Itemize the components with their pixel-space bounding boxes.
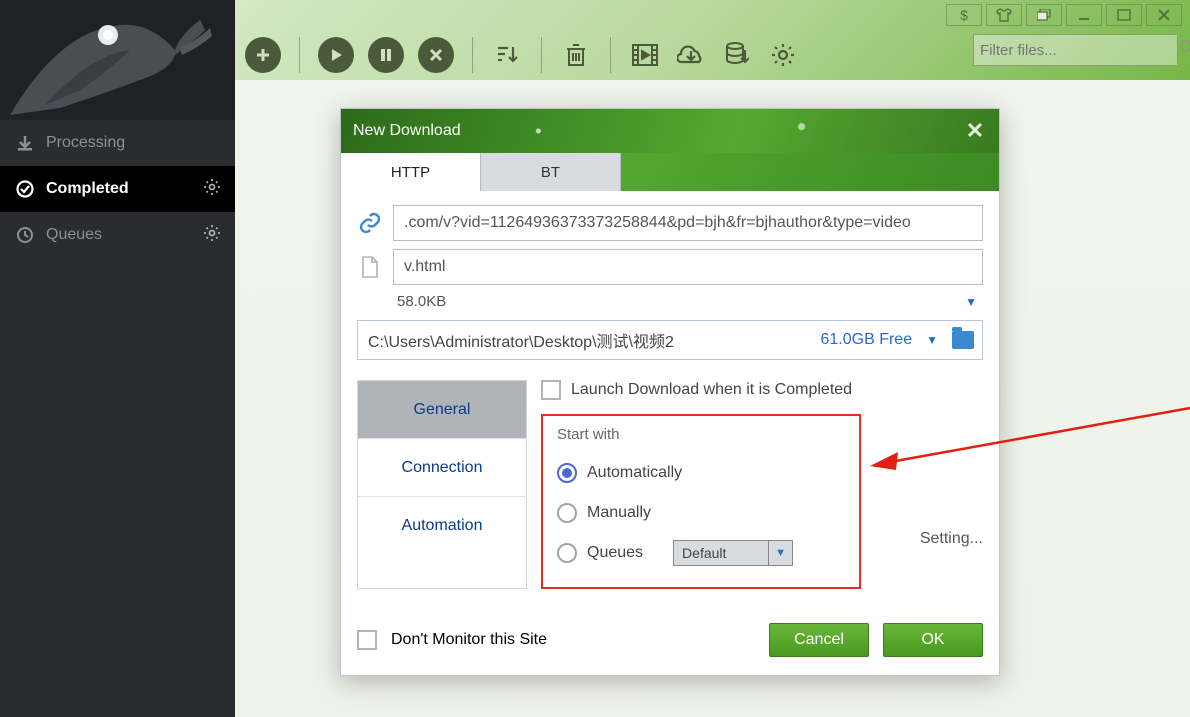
tab-http[interactable]: HTTP [341, 153, 481, 191]
radio-label-manual: Manually [587, 504, 651, 522]
radio-queues[interactable] [557, 543, 577, 563]
window-controls: $ [946, 4, 1182, 26]
currency-icon[interactable]: $ [946, 4, 982, 26]
toolbar [245, 30, 980, 80]
radio-manually[interactable] [557, 503, 577, 523]
chevron-down-icon: ▼ [768, 541, 792, 565]
sidebar-item-completed[interactable]: Completed [0, 166, 235, 212]
size-dropdown-icon[interactable]: ▼ [965, 295, 983, 309]
launch-when-complete-checkbox[interactable] [541, 380, 561, 400]
download-icon [14, 134, 36, 152]
dialog-title-bar: New Download ✕ [341, 109, 999, 153]
stop-button[interactable] [418, 37, 454, 73]
file-size: 58.0KB [397, 293, 446, 310]
gear-icon[interactable] [203, 224, 221, 247]
trash-icon[interactable] [560, 39, 592, 71]
save-path-row: C:\Users\Administrator\Desktop\测试\视频2 61… [357, 320, 983, 360]
clock-icon [14, 226, 36, 244]
sidebar-item-label: Completed [46, 180, 129, 198]
sidebar-item-label: Queues [46, 226, 102, 244]
minimize-icon[interactable] [1066, 4, 1102, 26]
gear-icon[interactable] [767, 39, 799, 71]
folder-browse-icon[interactable] [952, 331, 974, 349]
sort-icon[interactable] [491, 39, 523, 71]
pause-button[interactable] [368, 37, 404, 73]
option-tabs: General Connection Automation [357, 380, 527, 589]
database-icon[interactable] [721, 39, 753, 71]
new-download-dialog: New Download ✕ HTTP BT 58.0KB ▼ C:\Users… [340, 108, 1000, 676]
dont-monitor-label: Don't Monitor this Site [391, 631, 547, 649]
dont-monitor-checkbox[interactable] [357, 630, 377, 650]
tab-bt[interactable]: BT [481, 153, 621, 191]
close-icon[interactable]: ✕ [961, 117, 989, 145]
search-icon[interactable] [1179, 39, 1190, 62]
dialog-title: New Download [353, 122, 461, 140]
filter-files-input-wrap[interactable] [973, 34, 1178, 66]
path-dropdown-icon[interactable]: ▼ [926, 333, 938, 347]
filename-input[interactable] [393, 249, 983, 285]
check-circle-icon [14, 180, 36, 198]
sidebar-item-queues[interactable]: Queues [0, 212, 235, 258]
queue-select[interactable]: Default ▼ [673, 540, 793, 566]
maximize-icon[interactable] [1106, 4, 1142, 26]
url-input[interactable] [393, 205, 983, 241]
start-with-title: Start with [557, 426, 845, 443]
add-button[interactable] [245, 37, 281, 73]
start-with-group: Start with Automatically Manually Queues… [541, 414, 861, 589]
sidebar-item-label: Processing [46, 134, 125, 152]
close-icon[interactable] [1146, 4, 1182, 26]
video-icon[interactable] [629, 39, 661, 71]
cancel-button[interactable]: Cancel [769, 623, 869, 657]
play-button[interactable] [318, 37, 354, 73]
gear-icon[interactable] [203, 178, 221, 201]
opt-tab-general[interactable]: General [358, 381, 526, 439]
app-logo [0, 0, 235, 120]
sidebar: Processing Completed Queues [0, 0, 235, 717]
launch-when-complete-label: Launch Download when it is Completed [571, 381, 852, 399]
free-space: 61.0GB Free [821, 331, 913, 349]
restore-down-icon[interactable] [1026, 4, 1062, 26]
protocol-tabs: HTTP BT [341, 153, 999, 191]
cloud-download-icon[interactable] [675, 39, 707, 71]
shirt-icon[interactable] [986, 4, 1022, 26]
ok-button[interactable]: OK [883, 623, 983, 657]
opt-tab-automation[interactable]: Automation [358, 497, 526, 555]
link-icon [357, 210, 383, 236]
opt-tab-connection[interactable]: Connection [358, 439, 526, 497]
sidebar-item-processing[interactable]: Processing [0, 120, 235, 166]
radio-automatically[interactable] [557, 463, 577, 483]
queue-select-value: Default [674, 545, 768, 561]
radio-label-auto: Automatically [587, 464, 682, 482]
save-path: C:\Users\Administrator\Desktop\测试\视频2 [368, 328, 674, 352]
filter-files-input[interactable] [980, 42, 1179, 59]
setting-link[interactable]: Setting... [920, 530, 983, 548]
file-icon [357, 254, 383, 280]
radio-label-queues: Queues [587, 544, 643, 562]
